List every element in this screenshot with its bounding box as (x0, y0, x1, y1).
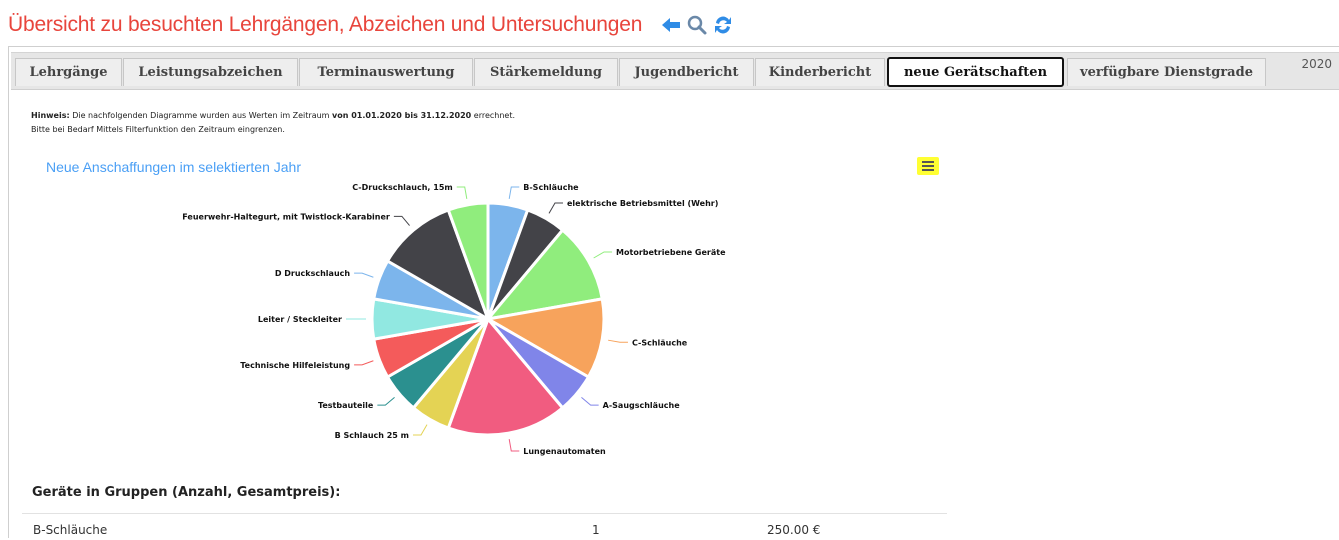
pie-label: A-Saugschläuche (603, 401, 681, 410)
pie-connector (581, 397, 599, 406)
pie-chart: B-Schläuche elektrische Betriebsmittel (W… (182, 183, 726, 456)
pie-connector (608, 339, 628, 343)
pie-label: C-Schläuche (632, 338, 688, 347)
pie-connector (413, 424, 428, 436)
back-arrow-icon[interactable] (660, 14, 682, 36)
tab-verfuegbare-dienstgrade[interactable]: verfügbare Dienstgrade (1067, 58, 1266, 86)
pie-connector (508, 439, 520, 452)
pie-connector (354, 360, 374, 366)
refresh-icon[interactable] (712, 14, 734, 36)
pie-label: Motorbetriebene Geräte (616, 248, 726, 257)
title-row: Übersicht zu besuchten Lehrgängen, Abzei… (8, 8, 734, 42)
group-price: 250.00 € (767, 523, 821, 537)
pie-label: B-Schläuche (523, 183, 579, 192)
group-name: B-Schläuche (33, 523, 108, 537)
pie-label: Testbauteile (318, 401, 374, 410)
table-row: B-Schläuche 1 250.00 € (22, 514, 947, 540)
search-icon[interactable] (686, 14, 708, 36)
pie-connector (508, 186, 520, 199)
content-panel: Lehrgänge Leistungsabzeichen Terminauswe… (8, 46, 1339, 538)
groups-table: B-Schläuche 1 250.00 € (22, 513, 947, 540)
groups-heading: Geräte in Gruppen (Anzahl, Gesamtpreis): (32, 485, 341, 500)
year-label: 2020 (1301, 57, 1332, 71)
title-toolbar (660, 14, 734, 36)
pie-connector (456, 186, 468, 199)
pie-connector (377, 397, 395, 406)
pie-label: C-Druckschlauch, 15m (352, 183, 452, 192)
pie-connector (354, 272, 374, 278)
pie-label: D Druckschlauch (275, 269, 351, 278)
pie-connector (548, 202, 563, 214)
pie-connector (593, 251, 613, 259)
pie-label: Leiter / Steckleiter (258, 315, 342, 324)
pie-label: Feuerwehr-Haltegurt, mit Twistlock-Karab… (182, 212, 390, 221)
group-count: 1 (592, 523, 600, 537)
pie-label: Lungenautomaten (523, 447, 606, 456)
page-title: Übersicht zu besuchten Lehrgängen, Abzei… (8, 13, 643, 36)
pie-label: elektrische Betriebsmittel (Wehr) (567, 199, 718, 208)
pie-label: B Schlauch 25 m (335, 431, 409, 440)
pie-connector (393, 215, 410, 226)
pie-label: Technische Hilfeleistung (240, 361, 350, 370)
